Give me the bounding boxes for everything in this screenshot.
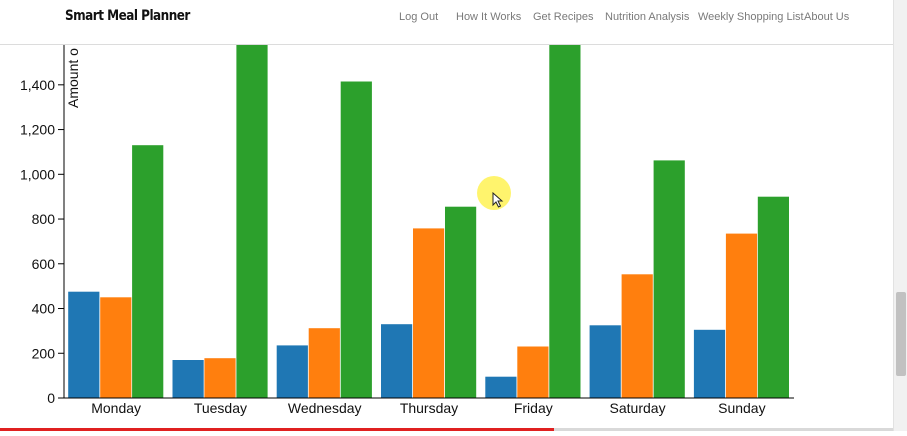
bar-saturday-series-3 (653, 160, 685, 398)
x-tick-label-tuesday: Tuesday (194, 400, 247, 416)
y-axis-label: Amount o (65, 48, 81, 108)
vertical-scrollbar[interactable] (893, 0, 907, 431)
y-tick-label: 1,200 (20, 122, 55, 138)
x-axis: Monday Tuesday Wednesday Thursday Friday Satu… (64, 397, 794, 416)
y-axis: 0 200 400 600 800 1,000 1,200 1,400 (20, 42, 65, 406)
bar-thursday-series-2 (413, 228, 445, 398)
bar-wednesday-series-1 (276, 345, 308, 398)
bar-sunday-series-2 (725, 233, 758, 398)
y-tick-label: 0 (47, 390, 55, 406)
bar-monday-series-1 (68, 291, 100, 398)
bar-tuesday-series-3 (236, 42, 268, 399)
y-tick-label: 600 (32, 256, 56, 272)
mouse-pointer-icon (492, 192, 504, 208)
bar-saturday-series-1 (589, 325, 621, 398)
bar-thursday-series-3 (445, 206, 477, 398)
bar-wednesday-series-3 (340, 81, 372, 398)
y-tick-label: 200 (32, 345, 56, 361)
bar-friday-series-1 (485, 376, 517, 398)
bar-sunday-series-3 (757, 196, 789, 398)
y-tick-label: 1,400 (20, 77, 55, 93)
x-tick-label-wednesday: Wednesday (288, 400, 362, 416)
x-tick-label-saturday: Saturday (610, 400, 666, 416)
bar-sunday-series-1 (693, 329, 726, 398)
nav-how-it-works[interactable]: How It Works (456, 11, 521, 23)
top-navbar: Smart Meal Planner Log Out How It Works … (0, 0, 893, 45)
bar-friday-series-3 (549, 42, 581, 399)
x-tick-label-friday: Friday (514, 400, 553, 416)
bar-monday-series-2 (100, 297, 132, 398)
nav-get-recipes[interactable]: Get Recipes (533, 11, 594, 23)
bar-thursday-series-1 (381, 324, 413, 398)
x-tick-label-sunday: Sunday (718, 400, 765, 416)
bar-monday-series-3 (132, 145, 164, 398)
bars-group (68, 42, 789, 399)
bar-tuesday-series-1 (172, 360, 204, 398)
bar-saturday-series-2 (621, 274, 653, 398)
bar-tuesday-series-2 (204, 358, 236, 398)
x-tick-label-thursday: Thursday (400, 400, 458, 416)
chart-area: 0 200 400 600 800 1,000 1,200 1,400 Monday Tuesd… (0, 42, 893, 431)
nav-weekly-shopping-list[interactable]: Weekly Shopping List (698, 11, 804, 23)
scrollbar-thumb[interactable] (896, 292, 906, 376)
y-tick-label: 400 (32, 301, 56, 317)
nav-links: Log Out How It Works Get Recipes Nutriti… (0, 11, 893, 27)
bar-wednesday-series-2 (308, 328, 340, 398)
nav-log-out[interactable]: Log Out (399, 11, 438, 23)
nav-about-us[interactable]: About Us (804, 11, 849, 23)
y-tick-label: 800 (32, 211, 56, 227)
x-tick-label-monday: Monday (91, 400, 141, 416)
nav-nutrition-analysis[interactable]: Nutrition Analysis (605, 11, 689, 23)
bar-friday-series-2 (517, 346, 549, 398)
bar-chart: 0 200 400 600 800 1,000 1,200 1,400 Monday Tuesd… (20, 42, 794, 416)
y-tick-label: 1,000 (20, 166, 55, 182)
